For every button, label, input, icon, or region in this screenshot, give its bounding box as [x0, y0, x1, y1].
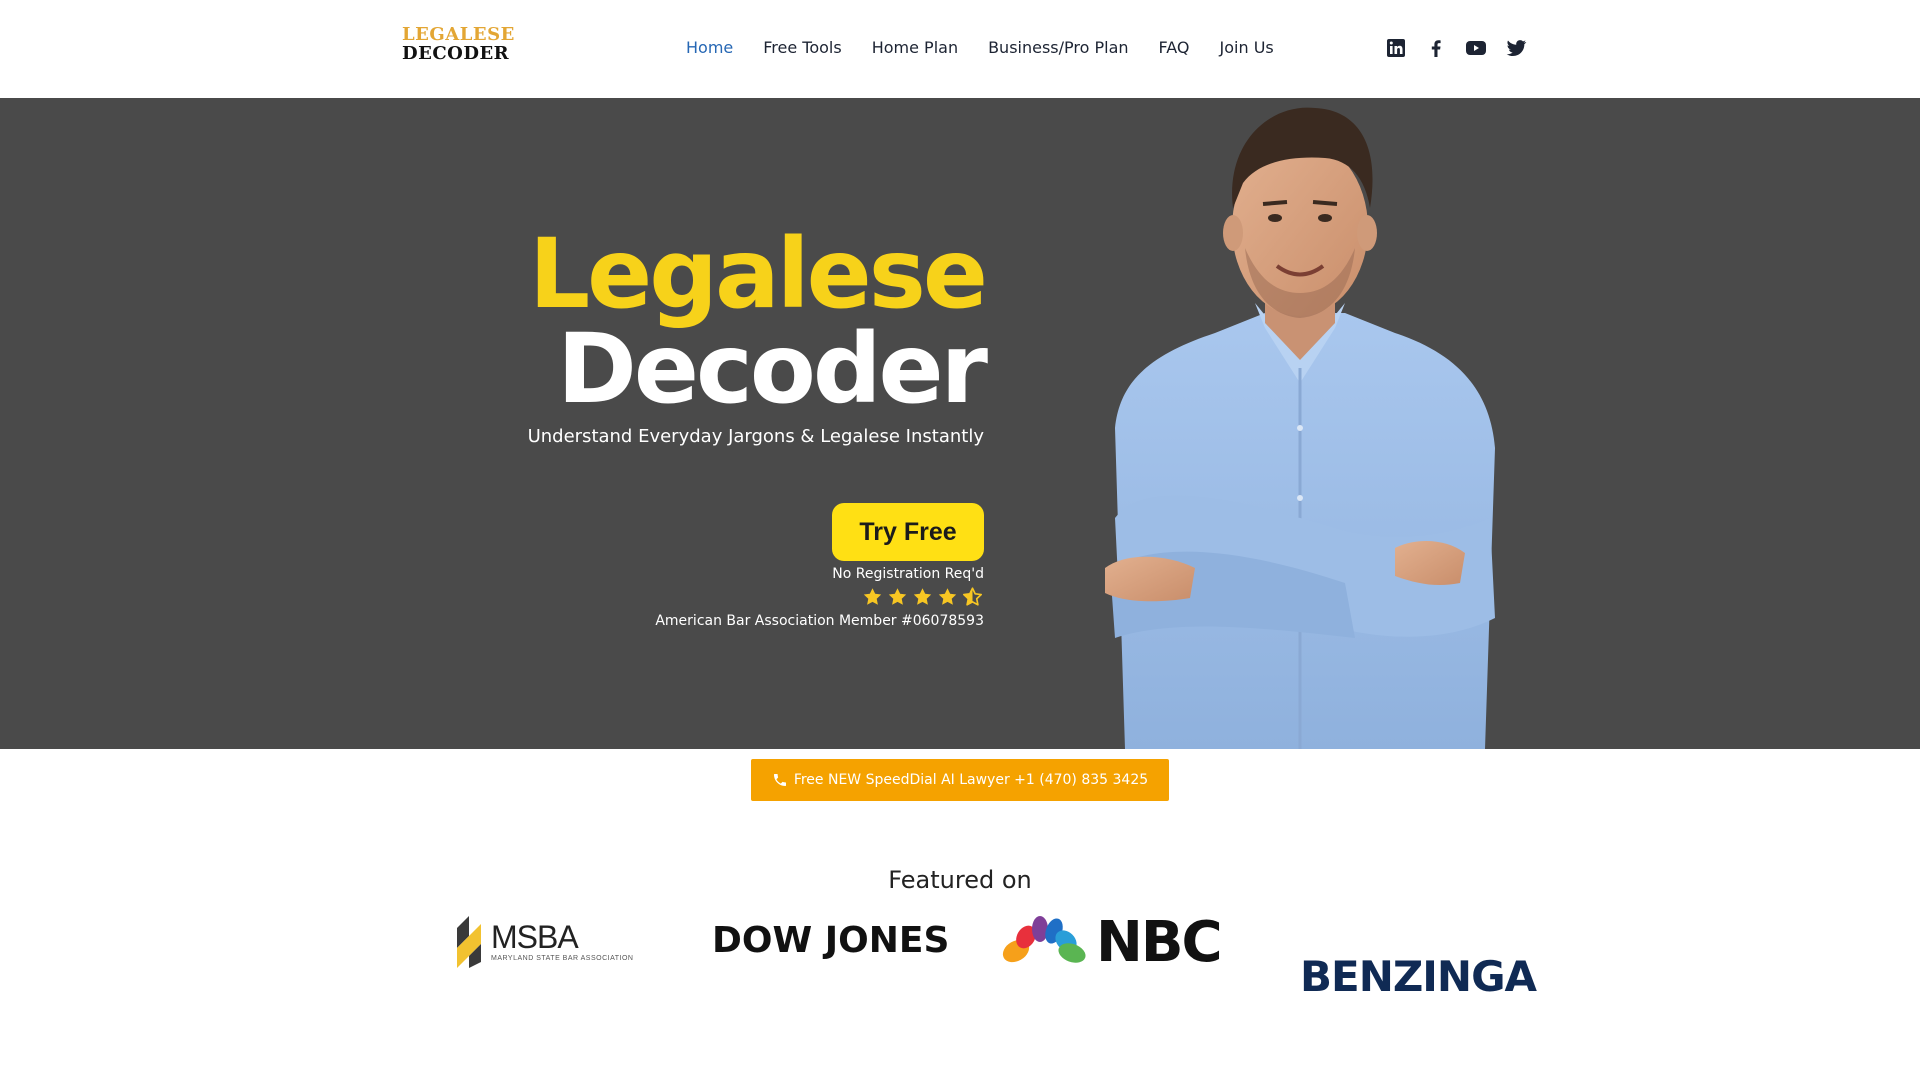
nav-faq[interactable]: FAQ [1159, 38, 1190, 57]
twitter-icon[interactable] [1504, 36, 1528, 60]
star-icon [913, 588, 932, 605]
no-registration-note: No Registration Req'd [832, 566, 984, 582]
dow-jones-logo: DOW JONES [712, 920, 950, 961]
site-logo[interactable]: LEGALESE DECODER [402, 24, 515, 64]
facebook-icon[interactable] [1424, 36, 1448, 60]
hero-man-image [1105, 107, 1495, 749]
hero-subtitle: Understand Everyday Jargons & Legalese I… [527, 426, 984, 447]
msba-name: MSBA [491, 918, 579, 955]
star-icon [863, 588, 882, 605]
nav-free-tools[interactable]: Free Tools [763, 38, 841, 57]
nbc-logo: NBC [1000, 910, 1223, 975]
star-icon [888, 588, 907, 605]
benzinga-logo: BENZINGA [1300, 952, 1537, 1001]
aba-membership: American Bar Association Member #0607859… [655, 613, 984, 629]
nbc-peacock-icon [1002, 915, 1086, 969]
logo-bottom-text: DECODER [402, 43, 510, 64]
phone-icon [773, 774, 786, 786]
logo-top-text: LEGALESE [402, 24, 515, 45]
star-icon [938, 588, 957, 605]
nav-home-plan[interactable]: Home Plan [872, 38, 958, 57]
youtube-icon[interactable] [1464, 36, 1488, 60]
hero-title-line-2: Decoder [557, 312, 988, 425]
nav-join-us[interactable]: Join Us [1220, 38, 1274, 57]
site-header: LEGALESE DECODER Home Free Tools Home Pl… [0, 0, 1920, 98]
msba-tagline: MARYLAND STATE BAR ASSOCIATION [491, 954, 634, 962]
main-nav: Home Free Tools Home Plan Business/Pro P… [686, 38, 1274, 57]
hero-section: Legalese Decoder Understand Everyday Jar… [0, 98, 1920, 749]
star-rating [861, 586, 984, 608]
nav-business-pro-plan[interactable]: Business/Pro Plan [988, 38, 1128, 57]
msba-logo: MSBA MARYLAND STATE BAR ASSOCIATION [455, 912, 633, 970]
msba-mark-icon [457, 916, 481, 968]
hero-title-line-1: Legalese [528, 218, 988, 331]
featured-heading: Featured on [888, 866, 1032, 894]
half-star-icon [962, 587, 983, 606]
try-free-button[interactable]: Try Free [832, 503, 984, 561]
nbc-name: NBC [1096, 910, 1223, 975]
linkedin-icon[interactable] [1384, 36, 1408, 60]
hero-title: Legalese Decoder [528, 218, 988, 425]
social-links [1384, 36, 1528, 60]
nav-home[interactable]: Home [686, 38, 733, 57]
speeddial-label: Free NEW SpeedDial AI Lawyer +1 (470) 83… [793, 772, 1149, 788]
speeddial-button[interactable]: Free NEW SpeedDial AI Lawyer +1 (470) 83… [751, 759, 1169, 801]
